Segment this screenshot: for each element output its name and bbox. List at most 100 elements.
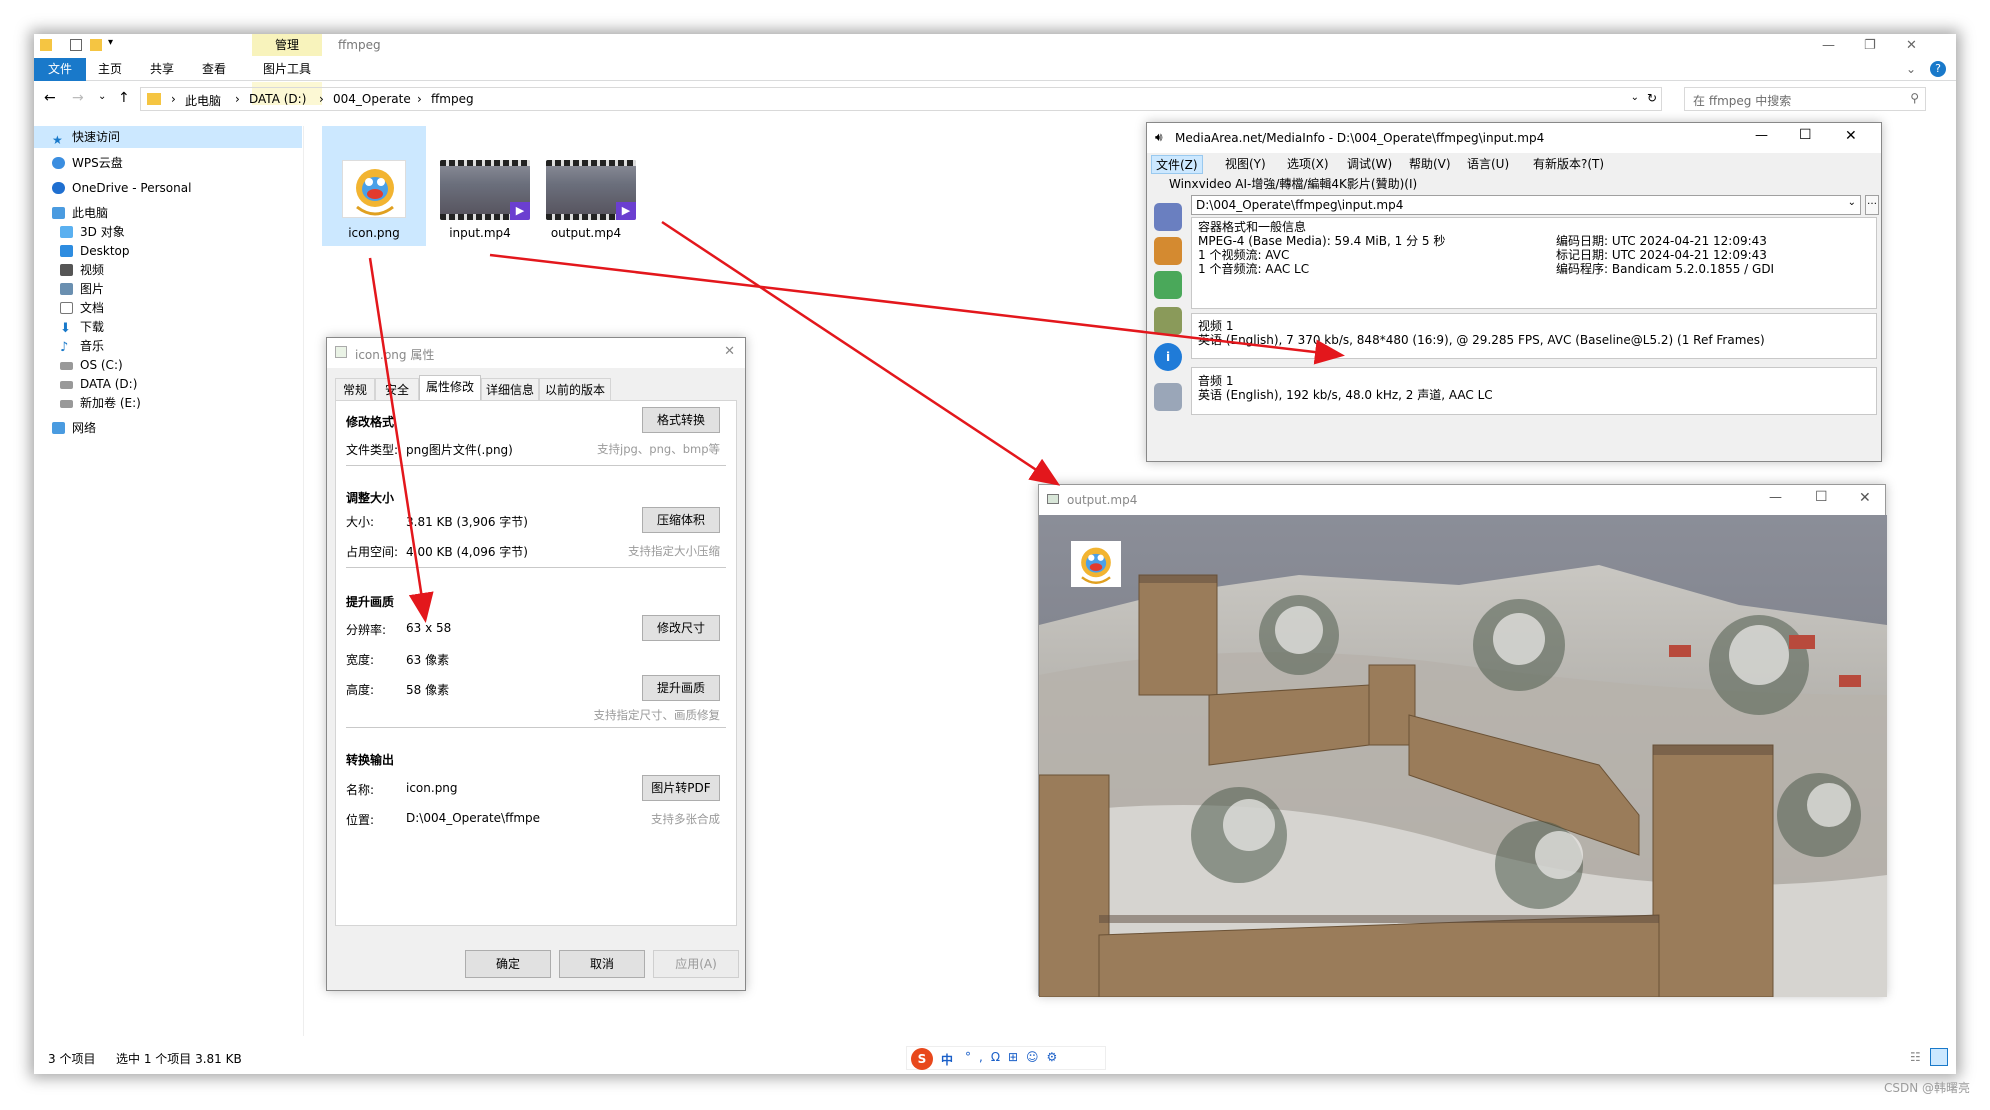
menu-options[interactable]: 选项(X) — [1287, 155, 1329, 172]
tab-file[interactable]: 文件 — [34, 58, 86, 81]
cancel-button[interactable]: 取消 — [559, 950, 645, 978]
music-icon: ♪ — [60, 340, 69, 355]
video-frame[interactable] — [1039, 515, 1887, 997]
tab-share[interactable]: 共享 — [138, 58, 186, 81]
tab-general[interactable]: 常规 — [335, 378, 375, 400]
menu-language[interactable]: 语言(U) — [1467, 155, 1509, 172]
ribbon-collapse-icon[interactable]: ⌄ — [1906, 62, 1916, 76]
tab-home[interactable]: 主页 — [86, 58, 134, 81]
close-icon[interactable]: ✕ — [1906, 38, 1917, 53]
back-icon[interactable]: ← — [44, 90, 56, 106]
breadcrumb-ffmpeg[interactable]: ffmpeg — [431, 92, 474, 106]
info-icon[interactable]: i — [1154, 343, 1182, 371]
chevron-down-icon[interactable]: ⌄ — [1631, 92, 1639, 103]
export-icon[interactable] — [1154, 271, 1182, 299]
promo-link[interactable]: Winxvideo AI-增強/轉檔/編輯4K影片(贊助)(I) — [1169, 175, 1417, 192]
nav-quick-access[interactable]: ★ 快速访问 — [34, 126, 302, 148]
compress-hint: 支持指定大小压缩 — [628, 544, 720, 558]
menu-view[interactable]: 视图(Y) — [1225, 155, 1266, 172]
format-convert-button[interactable]: 格式转换 — [642, 407, 720, 433]
picture-icon — [60, 283, 73, 295]
manage-context-tab[interactable]: 管理 — [252, 34, 322, 56]
mediainfo-titlebar: 🔊︎ MediaArea.net/MediaInfo - D:\004_Oper… — [1147, 123, 1881, 153]
file-output-mp4[interactable]: ▶ output.mp4 — [534, 126, 638, 246]
file-input-mp4[interactable]: ▶ input.mp4 — [428, 126, 532, 246]
close-icon[interactable]: ✕ — [1859, 490, 1871, 506]
audio-info-box: 音频 1 英语 (English), 192 kb/s, 48.0 kHz, 2… — [1191, 367, 1877, 415]
search-icon: ⚲ — [1910, 91, 1919, 105]
drive-icon — [60, 400, 73, 408]
maximize-icon[interactable]: ☐ — [1799, 127, 1812, 143]
forward-icon[interactable]: → — [72, 90, 84, 106]
quick-access-toolbar: ▾ 管理 ffmpeg — ❐ ✕ — [34, 34, 1956, 56]
video-thumbnail: ▶ — [546, 160, 636, 220]
apply-button[interactable]: 应用(A) — [653, 950, 739, 978]
browse-button[interactable]: … — [1865, 195, 1879, 215]
minimize-icon[interactable]: — — [1769, 490, 1782, 505]
open-file-icon[interactable] — [1154, 203, 1182, 231]
properties-dialog: icon.png 属性 ✕ 常规 安全 属性修改 详细信息 以前的版本 修改格式… — [326, 337, 746, 991]
type-value: png图片文件(.png) — [406, 443, 513, 457]
ime-tools-icon[interactable]: °,Ω⊞☺⚙ — [965, 1050, 1065, 1064]
restore-icon[interactable]: ❐ — [1864, 38, 1876, 53]
file-name: output.mp4 — [550, 226, 622, 240]
tab-attribute-edit[interactable]: 属性修改 — [419, 375, 481, 401]
close-icon[interactable]: ✕ — [724, 344, 735, 359]
height-label: 高度: — [346, 683, 375, 697]
resize-button[interactable]: 修改尺寸 — [642, 615, 720, 641]
menu-file[interactable]: 文件(Z) — [1151, 155, 1203, 174]
file-select[interactable]: D:\004_Operate\ffmpeg\input.mp4 ⌄ — [1191, 195, 1861, 215]
compress-button[interactable]: 压缩体积 — [642, 507, 720, 533]
location-label: 位置: — [346, 813, 375, 827]
breadcrumb-this-pc[interactable]: 此电脑 — [185, 92, 221, 109]
player-title: output.mp4 — [1067, 493, 1138, 507]
open-folder-icon[interactable] — [1154, 237, 1182, 265]
height-value: 58 像素 — [406, 683, 450, 697]
ime-mode[interactable]: 中 — [941, 1051, 953, 1068]
details-view-icon[interactable]: ☷ — [1910, 1050, 1921, 1064]
tab-view[interactable]: 查看 — [190, 58, 238, 81]
properties-icon[interactable] — [70, 39, 82, 51]
menu-help[interactable]: 帮助(V) — [1409, 155, 1451, 172]
breadcrumb-sep: › — [319, 92, 324, 106]
general-right-3: 编码程序: Bandicam 5.2.0.1855 / GDI — [1556, 262, 1775, 276]
minimize-icon[interactable]: — — [1822, 38, 1835, 53]
tab-details[interactable]: 详细信息 — [481, 378, 539, 400]
breadcrumb-sep: › — [417, 92, 422, 106]
tab-security[interactable]: 安全 — [375, 378, 419, 400]
file-icon-png[interactable]: icon.png — [322, 126, 426, 246]
large-icons-view-icon[interactable] — [1930, 1048, 1948, 1066]
file-icon — [335, 346, 347, 358]
section-output-title: 转换输出 — [346, 753, 395, 767]
new-folder-icon[interactable] — [90, 39, 102, 51]
ribbon-tabs: 文件 主页 共享 查看 图片工具 ⌄ ? — [34, 58, 1956, 105]
search-input[interactable]: 在 ffmpeg 中搜索 ⚲ — [1684, 87, 1926, 111]
preferences-icon[interactable] — [1154, 307, 1182, 335]
breadcrumb-004-operate[interactable]: 004_Operate — [333, 92, 411, 106]
breadcrumb-data-d[interactable]: DATA (D:) — [249, 92, 306, 106]
divider — [346, 727, 726, 728]
recent-icon[interactable]: ⌄ — [98, 91, 106, 102]
mediainfo-toolbar: i — [1147, 195, 1189, 461]
up-icon[interactable]: ↑ — [118, 90, 130, 106]
ime-toolbar[interactable]: S 中 °,Ω⊞☺⚙ — [906, 1046, 1106, 1070]
minimize-icon[interactable]: — — [1755, 128, 1768, 143]
address-bar[interactable]: › 此电脑 › DATA (D:) › 004_Operate › ffmpeg… — [140, 87, 1662, 111]
maximize-icon[interactable]: ☐ — [1815, 489, 1828, 505]
help-icon[interactable]: ? — [1930, 61, 1946, 77]
chevron-down-icon[interactable]: ▾ — [108, 37, 120, 49]
enhance-button[interactable]: 提升画质 — [642, 675, 720, 701]
pdf-convert-button[interactable]: 图片转PDF — [642, 775, 720, 801]
address-row: ← → ⌄ ↑ › 此电脑 › DATA (D:) › 004_Operate … — [34, 85, 1956, 113]
refresh-icon[interactable]: ↻ — [1647, 91, 1657, 105]
menu-new-version[interactable]: 有新版本?(T) — [1533, 155, 1604, 172]
resolution-label: 分辨率: — [346, 623, 387, 637]
close-icon[interactable]: ✕ — [1845, 128, 1857, 144]
tab-previous-versions[interactable]: 以前的版本 — [539, 378, 611, 400]
play-icon: ▶ — [616, 202, 636, 220]
ok-button[interactable]: 确定 — [465, 950, 551, 978]
divider — [346, 567, 726, 568]
about-icon[interactable] — [1154, 383, 1182, 411]
menu-debug[interactable]: 调试(W) — [1347, 155, 1392, 172]
tab-picture-tools[interactable]: 图片工具 — [252, 58, 322, 81]
